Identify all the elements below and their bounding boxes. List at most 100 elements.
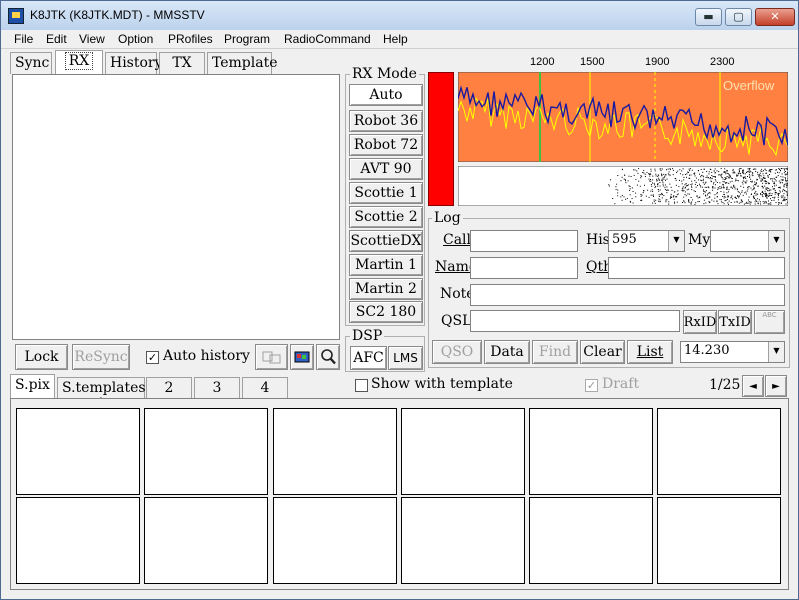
mode-robot72-button[interactable]: Robot 72 (349, 134, 423, 156)
note-input[interactable] (470, 284, 785, 306)
freq-label-2300: 2300 (710, 56, 735, 68)
tab-rx-label: RX (64, 52, 94, 70)
menu-profiles[interactable]: PRofiles (168, 32, 213, 46)
sync-level-bar (428, 72, 454, 206)
tab-template[interactable]: Template (207, 52, 278, 74)
copy-icon[interactable] (255, 344, 288, 370)
mode-martin2-button[interactable]: Martin 2 (349, 278, 423, 300)
qso-button[interactable]: QSO (432, 340, 482, 364)
show-template-label: Show with template (371, 376, 513, 392)
tab-sync[interactable]: Sync (10, 52, 52, 74)
tab-2[interactable]: 2 (146, 377, 192, 399)
tab-tx[interactable]: TX (159, 52, 205, 74)
palette-icon[interactable] (290, 344, 314, 370)
chevron-down-icon: ▼ (768, 342, 784, 362)
dsp-label: DSP (350, 328, 385, 344)
thumbnail-slot[interactable] (529, 497, 653, 584)
lock-button[interactable]: Lock (15, 344, 68, 370)
freq-label-1500: 1500 (580, 56, 605, 68)
list-button[interactable]: List (627, 340, 673, 364)
my-label: My (688, 232, 711, 248)
log-label: Log (432, 210, 463, 226)
magnifier-icon[interactable] (316, 344, 340, 370)
thumbnail-slot[interactable] (401, 497, 525, 584)
thumbnail-slot[interactable] (273, 408, 397, 495)
rx-mode-label: RX Mode (350, 66, 419, 82)
frequency-select[interactable]: 14.230 ▼ (680, 341, 785, 363)
resync-button[interactable]: ReSync (72, 344, 130, 370)
abc-label: ABC (762, 311, 777, 319)
show-template-checkbox[interactable] (355, 379, 368, 392)
menu-bar: File Edit View Option PRofiles Program R… (1, 30, 798, 49)
next-page-button[interactable]: ► (765, 375, 787, 397)
app-icon (8, 8, 24, 24)
tab-3[interactable]: 3 (194, 377, 240, 399)
menu-option[interactable]: Option (118, 32, 153, 46)
draft-checkbox[interactable]: ✓ (585, 379, 598, 392)
close-button[interactable]: ✕ (755, 8, 795, 26)
my-select[interactable]: ▼ (710, 230, 785, 252)
mode-martin1-button[interactable]: Martin 1 (349, 254, 423, 276)
menu-help[interactable]: Help (383, 32, 408, 46)
his-select[interactable]: 595 ▼ (608, 230, 685, 252)
lms-button[interactable]: LMS (388, 346, 423, 370)
menu-view[interactable]: View (79, 32, 105, 46)
prev-page-button[interactable]: ◄ (742, 375, 764, 397)
page-counter: 1/25 (709, 377, 741, 393)
mode-scottie2-button[interactable]: Scottie 2 (349, 206, 423, 228)
mode-auto-button[interactable]: Auto (349, 84, 423, 106)
overflow-label: Overflow (723, 78, 775, 93)
qth-input[interactable] (608, 257, 785, 279)
draft-label: Draft (602, 376, 640, 392)
call-input[interactable] (470, 230, 578, 252)
txid-button[interactable]: TxID (718, 310, 752, 334)
data-button[interactable]: Data (484, 340, 530, 364)
thumbnail-slot[interactable] (16, 408, 140, 495)
qsl-label: QSL (441, 313, 472, 329)
menu-file[interactable]: File (14, 32, 33, 46)
mode-scottie1-button[interactable]: Scottie 1 (349, 182, 423, 204)
his-label: His (586, 232, 610, 248)
name-input[interactable] (470, 257, 578, 279)
mode-avt90-button[interactable]: AVT 90 (349, 158, 423, 180)
auto-history-label: Auto history (163, 348, 250, 364)
thumbnail-slot[interactable] (657, 408, 781, 495)
auto-history-checkbox[interactable]: ✓ (146, 351, 159, 364)
thumbnail-slot[interactable] (273, 497, 397, 584)
tab-rx[interactable]: RX (55, 50, 103, 74)
menu-edit[interactable]: Edit (46, 32, 67, 46)
tab-stemplates1[interactable]: S.templates 1 (57, 377, 146, 412)
menu-radiocommand[interactable]: RadioCommand (284, 32, 371, 46)
freq-label-1900: 1900 (645, 56, 670, 68)
abc-button[interactable]: ABC (754, 310, 785, 334)
thumbnail-slot[interactable] (401, 408, 525, 495)
tab-4[interactable]: 4 (242, 377, 288, 399)
menu-program[interactable]: Program (224, 32, 270, 46)
window-title: K8JTK (K8JTK.MDT) - MMSSTV (30, 8, 205, 22)
tab-history[interactable]: History (105, 52, 163, 74)
mode-sc2180-button[interactable]: SC2 180 (349, 301, 423, 323)
thumbnail-slot[interactable] (529, 408, 653, 495)
mode-scottiedx-button[interactable]: ScottieDX (349, 230, 423, 252)
frequency-value: 14.230 (684, 343, 730, 358)
thumbnail-slot[interactable] (16, 497, 140, 584)
waterfall-display (458, 166, 788, 206)
chevron-down-icon: ▼ (768, 231, 784, 251)
thumbnail-slot[interactable] (144, 497, 268, 584)
thumbnail-slot[interactable] (144, 408, 268, 495)
call-label: Call (443, 232, 472, 248)
freq-label-1200: 1200 (530, 56, 555, 68)
chevron-down-icon: ▼ (668, 231, 684, 251)
mode-robot36-button[interactable]: Robot 36 (349, 110, 423, 132)
minimize-button[interactable]: ▬ (695, 8, 722, 26)
maximize-button[interactable]: ▢ (725, 8, 752, 26)
rx-image-area (12, 74, 340, 340)
tab-spix[interactable]: S.pix (10, 374, 55, 398)
rxid-button[interactable]: RxID (683, 310, 717, 334)
spectrum-display: Overflow (458, 72, 788, 162)
thumbnail-slot[interactable] (657, 497, 781, 584)
afc-button[interactable]: AFC (350, 346, 387, 370)
qsl-input[interactable] (470, 310, 680, 332)
find-button[interactable]: Find (532, 340, 578, 364)
clear-button[interactable]: Clear (580, 340, 625, 364)
